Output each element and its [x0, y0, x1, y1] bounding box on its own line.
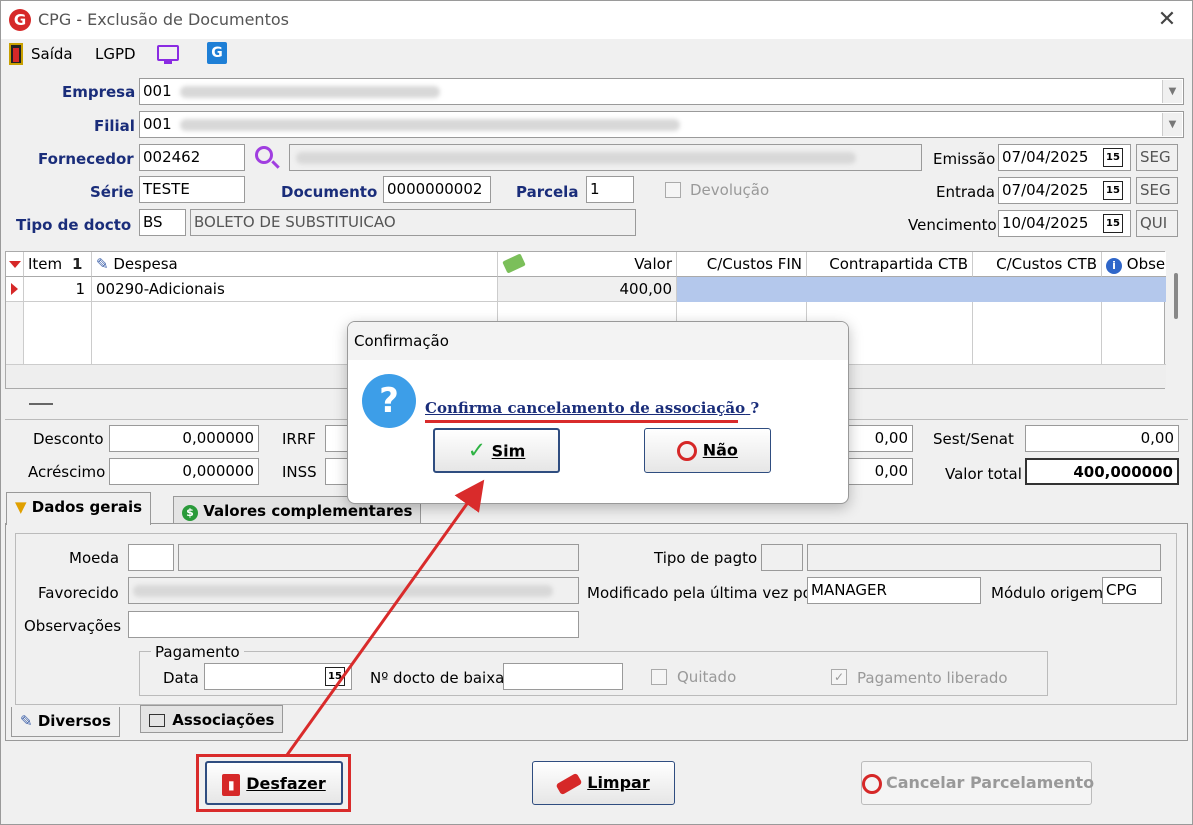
- filter-icon: ▼: [15, 498, 27, 516]
- main-window: G CPG - Exclusão de Documentos ✕ Saída L…: [0, 0, 1193, 825]
- tab-diversos[interactable]: ✎ Diversos: [11, 707, 120, 737]
- edit-icon: ✎: [20, 712, 33, 730]
- tab-dados-gerais[interactable]: ▼ Dados gerais: [6, 492, 152, 525]
- annotation-arrow: [285, 479, 485, 756]
